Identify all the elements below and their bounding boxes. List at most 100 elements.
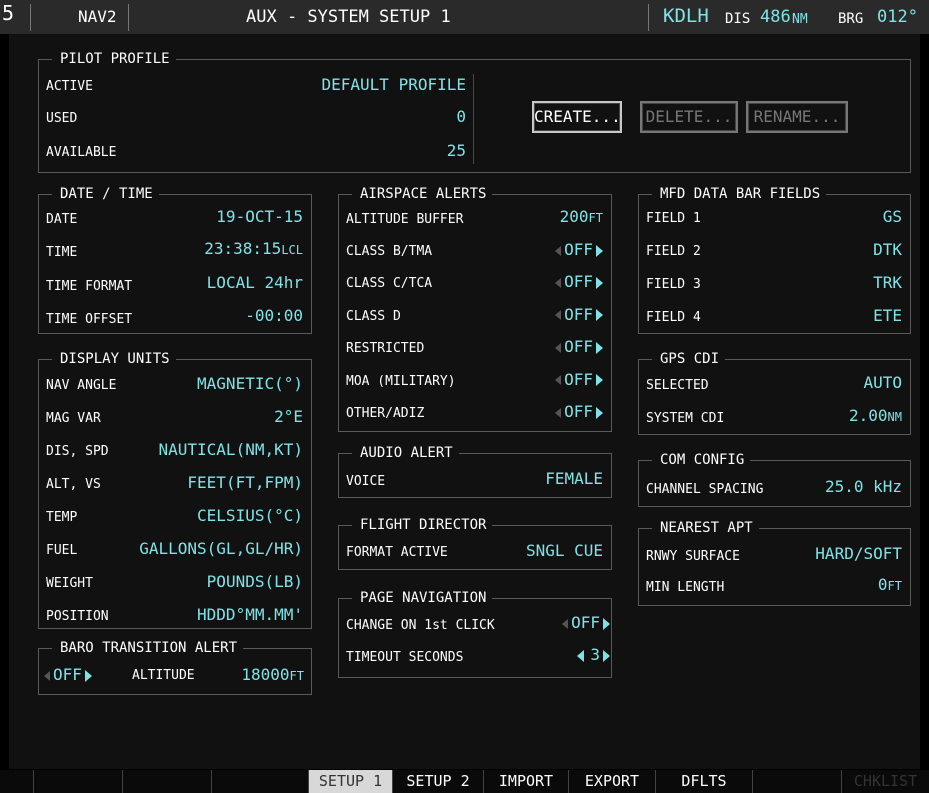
arrow-right-icon [603,617,610,630]
softkey-blank-2[interactable] [34,770,123,793]
delete-profile-button[interactable]: DELETE... [640,101,738,133]
page-navigation-group [338,598,612,678]
arrow-right-icon [596,309,603,322]
display-unit-value[interactable]: 2°E [110,408,303,426]
min-length-label: MIN LENGTH [646,580,725,595]
arrow-left-icon [555,277,562,288]
airspace-alert-toggle[interactable]: OFF [500,241,603,259]
data-bar-field-value[interactable]: TRK [800,274,902,292]
system-cdi-value: 2.00NM [849,406,902,425]
airspace-alert-label: CLASS D [346,308,401,324]
arrow-right-icon [603,649,610,662]
display-unit-label: TEMP [46,510,78,525]
softkey-bar: SETUP 1 SETUP 2 IMPORT EXPORT DFLTS CHKL… [0,770,929,793]
baro-altitude-value[interactable]: 18000FT [212,666,304,685]
arrow-left-icon [44,670,50,681]
used-label: USED [46,111,78,126]
time-value[interactable]: 23:38:15LCL [160,240,303,259]
data-bar-field-value[interactable]: DTK [800,241,902,259]
dis-label: DIS [725,11,751,27]
airspace-alert-label: MOA (MILITARY) [346,373,456,389]
arrow-left-icon [562,618,569,629]
display-unit-value[interactable]: MAGNETIC(°) [110,375,303,393]
voice-value[interactable]: FEMALE [500,470,603,488]
display-unit-label: FUEL [46,543,78,558]
arrow-right-icon [596,244,603,257]
softkey-defaults[interactable]: DFLTS [656,770,753,793]
date-time-title: DATE / TIME [52,186,159,202]
display-unit-value[interactable]: POUNDS(LB) [110,573,303,591]
waypoint-id: KDLH [663,5,709,27]
display-unit-value[interactable]: CELSIUS(°C) [110,507,303,525]
change-on-click-toggle[interactable]: OFF [530,614,610,632]
display-unit-label: DIS, SPD [46,444,109,459]
altitude-buffer-label: ALTITUDE BUFFER [346,212,464,227]
format-active-label: FORMAT ACTIVE [346,545,448,560]
data-bar-field-value[interactable]: ETE [800,307,902,325]
display-unit-label: NAV ANGLE [46,378,117,393]
softkey-import[interactable]: IMPORT [484,770,569,793]
airspace-alert-toggle[interactable]: OFF [500,370,603,389]
cdi-selected-value[interactable]: AUTO [780,374,902,392]
baro-altitude-label: ALTITUDE [132,668,195,683]
softkey-blank-3[interactable] [123,770,212,793]
time-offset-value[interactable]: -00:00 [160,307,303,325]
change-on-click-label: CHANGE ON 1st CLICK [346,618,495,633]
brg-label: BRG [838,11,864,27]
airspace-alert-toggle[interactable]: OFF [500,403,603,421]
baro-alert-toggle[interactable]: OFF [44,666,92,684]
softkey-setup-2[interactable]: SETUP 2 [393,770,484,793]
time-offset-label: TIME OFFSET [46,312,133,327]
softkey-blank-1[interactable] [0,770,34,793]
runway-surface-value[interactable]: HARD/SOFT [780,545,902,563]
audio-alert-title: AUDIO ALERT [352,445,459,461]
arrow-left-icon [555,342,562,353]
flight-director-title: FLIGHT DIRECTOR [352,517,493,533]
page-title: AUX - SYSTEM SETUP 1 [246,7,451,27]
voice-label: VOICE [346,474,386,489]
altitude-buffer-value[interactable]: 200FT [500,208,603,227]
airspace-alert-toggle[interactable]: OFF [500,338,603,356]
airspace-alert-label: OTHER/ADIZ [346,406,425,421]
display-unit-label: POSITION [46,609,109,624]
active-profile-value[interactable]: DEFAULT PROFILE [280,76,467,94]
time-format-value[interactable]: LOCAL 24hr [160,274,303,292]
softkey-blank-4[interactable] [212,770,309,793]
softkey-export[interactable]: EXPORT [569,770,656,793]
data-bar-field-value[interactable]: GS [800,208,902,226]
display-unit-value[interactable]: NAUTICAL(NM,KT) [110,441,304,459]
available-label: AVAILABLE [46,145,117,160]
display-unit-value[interactable]: FEET(FT,FPM) [110,474,303,492]
date-value[interactable]: 19-OCT-15 [160,208,303,226]
airspace-alert-label: CLASS B/TMA [346,244,433,259]
display-unit-label: MAG VAR [46,411,101,426]
rename-profile-button[interactable]: RENAME... [746,101,848,133]
min-length-value[interactable]: 0FT [780,576,902,595]
divider [473,74,474,164]
dis-value: 486 [760,7,791,27]
create-profile-button[interactable]: CREATE... [532,101,622,133]
softkey-blank-5[interactable] [753,770,842,793]
top-status-bar: 5 NAV2 AUX - SYSTEM SETUP 1 KDLH DIS 486… [0,0,929,34]
arrow-right-icon [84,669,92,682]
display-unit-value[interactable]: GALLONS(GL,GL/HR) [110,540,303,558]
cdi-selected-label: SELECTED [646,378,709,393]
softkey-checklist[interactable]: CHKLIST [842,770,929,793]
arrow-right-icon [596,341,603,354]
display-unit-value[interactable]: HDDD°MM.MM' [110,606,303,624]
timeout-seconds-value[interactable]: 3 [530,646,610,664]
softkey-setup-1[interactable]: SETUP 1 [309,770,393,793]
runway-surface-label: RNWY SURFACE [646,549,740,564]
time-format-label: TIME FORMAT [46,279,133,294]
arrow-left-icon [555,375,562,386]
channel-spacing-value[interactable]: 25.0 kHz [790,478,902,496]
airspace-alert-toggle[interactable]: OFF [500,273,603,291]
pilot-profile-title: PILOT PROFILE [52,51,176,67]
baro-transition-title: BARO TRANSITION ALERT [52,640,244,656]
gps-cdi-title: GPS CDI [652,351,726,367]
format-active-value[interactable]: SNGL CUE [490,542,603,560]
display-units-title: DISPLAY UNITS [52,351,176,367]
arrow-right-icon [596,276,603,289]
date-label: DATE [46,212,78,227]
airspace-alert-toggle[interactable]: OFF [500,305,603,324]
